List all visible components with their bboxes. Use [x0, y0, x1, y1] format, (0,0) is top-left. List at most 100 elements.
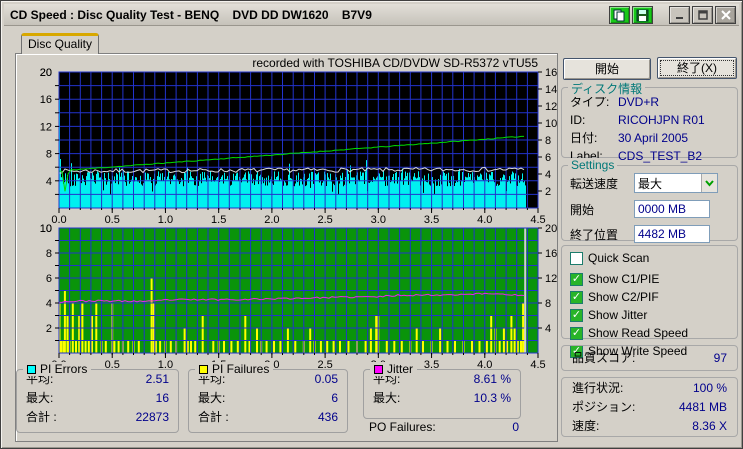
- svg-text:8: 8: [545, 298, 551, 310]
- titlebar-buttons: [607, 6, 736, 24]
- stat-row: 合計 :436: [198, 410, 338, 424]
- svg-text:16: 16: [545, 68, 557, 79]
- svg-text:14: 14: [545, 84, 557, 96]
- position-row: ポジション: 4481 MB: [572, 400, 727, 414]
- svg-text:4: 4: [46, 298, 52, 310]
- close-icon: [720, 10, 731, 20]
- close-button[interactable]: [715, 6, 736, 24]
- jitter-swatch-icon: [374, 364, 383, 374]
- svg-text:4.5: 4.5: [530, 359, 545, 370]
- po-failures-row: PO Failures: 0: [369, 420, 519, 434]
- maximize-icon: [697, 10, 708, 20]
- svg-text:4: 4: [46, 176, 52, 188]
- svg-text:4: 4: [545, 169, 551, 181]
- minimize-icon: [675, 17, 683, 19]
- quality-score-value: 97: [713, 351, 727, 365]
- svg-text:6: 6: [46, 273, 52, 285]
- exit-button[interactable]: 終了(X): [657, 57, 737, 79]
- pi-failures-chart: 0.00.51.01.52.02.53.03.54.04.52468101048…: [40, 224, 558, 370]
- jitter-stats-box: Jitter 平均: 8.61 % 最大: 10.3 %: [363, 362, 521, 419]
- checkbox-icon: [570, 251, 583, 265]
- start-position-row: 開始: [562, 200, 737, 218]
- quality-score-group: 品質スコア: 97: [561, 345, 738, 371]
- chevron-down-icon: [705, 179, 714, 187]
- svg-text:2: 2: [545, 186, 551, 198]
- svg-text:20: 20: [545, 224, 557, 235]
- settings-group: Settings 転送速度 最大 開始 終了位置: [561, 158, 738, 243]
- svg-text:16: 16: [545, 248, 557, 260]
- svg-text:2.0: 2.0: [264, 214, 279, 224]
- checkbox-icon: ✓: [570, 290, 583, 304]
- checkbox-icon: ✓: [570, 308, 583, 322]
- window-title: CD Speed : Disc Quality Test - BENQ DVD …: [10, 7, 372, 22]
- minimize-button[interactable]: [669, 6, 690, 24]
- combobox-dropdown-button[interactable]: [701, 174, 717, 192]
- stat-row: 最大: 6: [198, 391, 338, 405]
- end-position-row: 終了位置: [562, 225, 737, 243]
- start-position-input[interactable]: [634, 200, 710, 218]
- speed-row: 速度: 8.36 X: [572, 419, 727, 433]
- svg-text:4.5: 4.5: [530, 214, 545, 224]
- svg-text:8: 8: [545, 135, 551, 147]
- stat-row: 最大: 16: [26, 391, 169, 405]
- disc-date-row: 日付: 30 April 2005: [570, 131, 689, 145]
- svg-text:16: 16: [40, 94, 52, 106]
- stat-row: 最大: 10.3 %: [373, 391, 511, 405]
- maximize-button[interactable]: [692, 6, 713, 24]
- svg-text:2.5: 2.5: [317, 214, 332, 224]
- svg-text:10: 10: [40, 224, 52, 235]
- checkbox-show-c1-pie[interactable]: ✓ Show C1/PIE: [562, 270, 737, 288]
- pi-errors-legend-label: PI Errors: [40, 362, 88, 376]
- end-position-input[interactable]: [634, 225, 710, 243]
- pi-failures-swatch-icon: [199, 364, 208, 374]
- svg-text:4: 4: [545, 323, 551, 335]
- jitter-legend: Jitter: [370, 362, 418, 376]
- checkbox-show-c2-pif[interactable]: ✓ Show C2/PIF: [562, 288, 737, 306]
- pi-errors-swatch-icon: [27, 364, 36, 374]
- pi-errors-stats-box: PI Errors 平均: 2.51 最大: 16 合計 :22873: [16, 362, 179, 433]
- svg-text:6: 6: [545, 152, 551, 164]
- svg-text:3.0: 3.0: [371, 214, 386, 224]
- disc-info-group: ディスク情報 タイプ: DVD+R ID: RICOHJPN R01 日付: 30 A…: [561, 80, 738, 163]
- tab-label: Disc Quality: [27, 37, 92, 51]
- svg-text:0.0: 0.0: [51, 214, 66, 224]
- pi-failures-legend-label: PI Failures: [212, 362, 270, 376]
- progress-row: 進行状況: 100 %: [572, 381, 727, 395]
- stat-row: 合計 :22873: [26, 410, 169, 424]
- svg-text:1.0: 1.0: [158, 214, 173, 224]
- svg-text:12: 12: [40, 121, 52, 133]
- svg-text:12: 12: [545, 101, 557, 113]
- pi-errors-chart: 0.0 0.5 1.0 1.5 2.0 2.5 3.0 3.5 4.0 4.54812162020…: [40, 68, 558, 224]
- speed-combobox-value: 最大: [638, 177, 663, 191]
- svg-text:1.5: 1.5: [211, 214, 226, 224]
- svg-text:12: 12: [545, 273, 557, 285]
- disc-info-title: ディスク情報: [568, 80, 646, 97]
- save-button[interactable]: [632, 6, 653, 24]
- checkbox-quick-scan[interactable]: Quick Scan: [562, 249, 737, 267]
- settings-title: Settings: [568, 158, 618, 172]
- start-button[interactable]: 開始: [563, 58, 651, 80]
- svg-text:20: 20: [40, 68, 52, 79]
- speed-setting-row: 転送速度 最大: [562, 173, 737, 193]
- svg-text:4.0: 4.0: [477, 214, 492, 224]
- copy-button[interactable]: [609, 6, 630, 24]
- copy-icon: [613, 9, 625, 21]
- title-bar[interactable]: CD Speed : Disc Quality Test - BENQ DVD …: [4, 4, 739, 26]
- app-window: CD Speed : Disc Quality Test - BENQ DVD …: [0, 0, 743, 449]
- svg-text:8: 8: [46, 149, 52, 161]
- svg-text:3.5: 3.5: [424, 214, 439, 224]
- svg-text:8: 8: [46, 248, 52, 260]
- speed-combobox[interactable]: 最大: [634, 173, 718, 193]
- pi-failures-legend: PI Failures: [195, 362, 274, 376]
- svg-text:10: 10: [545, 118, 557, 130]
- tab-disc-quality[interactable]: Disc Quality: [21, 33, 99, 54]
- pi-errors-legend: PI Errors: [23, 362, 92, 376]
- chart-recorded-title: recorded with TOSHIBA CD/DVDW SD-R5372 v…: [252, 56, 538, 70]
- checkbox-show-read-speed[interactable]: ✓ Show Read Speed: [562, 324, 737, 342]
- save-icon: [636, 9, 649, 21]
- pi-failures-stats-box: PI Failures 平均: 0.05 最大: 6 合計 :436: [188, 362, 348, 433]
- checkbox-show-jitter[interactable]: ✓ Show Jitter: [562, 306, 737, 324]
- svg-text:2: 2: [46, 323, 52, 335]
- checkbox-icon: ✓: [570, 326, 583, 340]
- options-group: Quick Scan ✓ Show C1/PIE ✓ Show C2/PIF ✓ Sh…: [561, 245, 738, 358]
